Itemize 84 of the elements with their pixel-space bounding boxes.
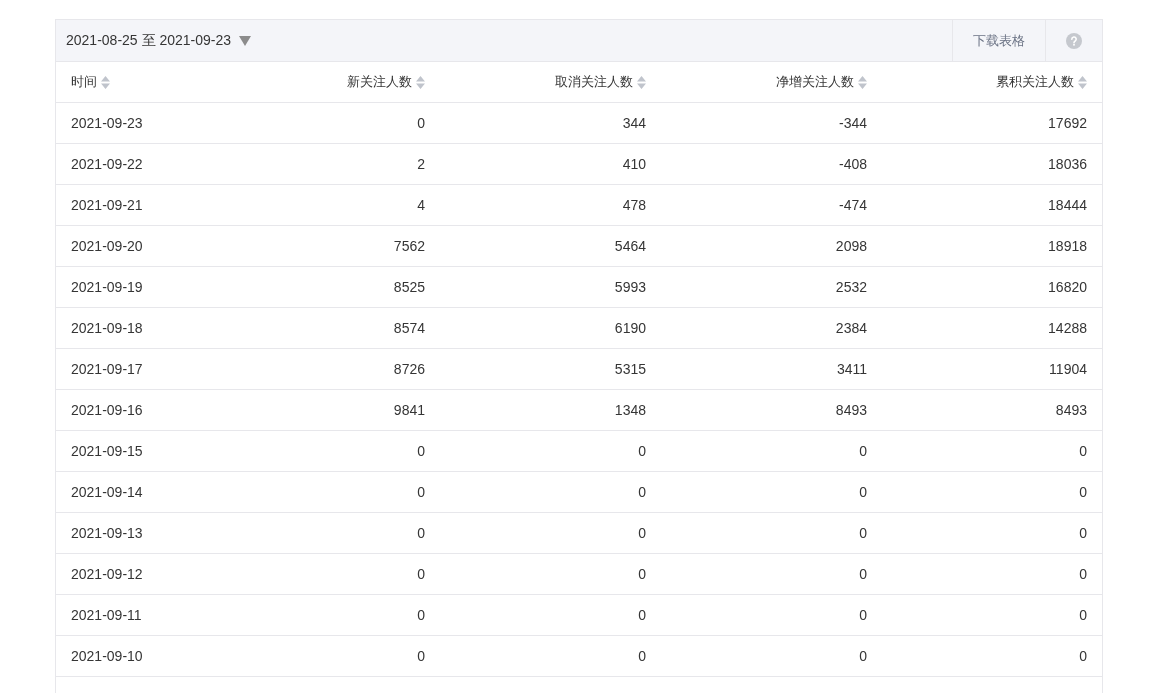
table-cell: 410	[622, 156, 646, 172]
table-cell: 0	[1079, 484, 1087, 500]
table-cell: 18918	[1048, 238, 1087, 254]
sort-icon[interactable]	[637, 75, 646, 89]
table-cell: 0	[638, 607, 646, 623]
table-cell: 0	[859, 525, 867, 541]
table-cell: 2021-09-11	[71, 607, 142, 623]
table-cell: 1348	[614, 402, 646, 418]
table-cell: 0	[1079, 607, 1087, 623]
table-cell: 2021-09-10	[71, 648, 143, 664]
table-cell: 2	[417, 156, 425, 172]
table-cell: 0	[417, 484, 425, 500]
table-cell: 0	[638, 443, 646, 459]
table-cell: 18036	[1048, 156, 1087, 172]
table-cell: 0	[417, 566, 425, 582]
table-cell: 2532	[835, 279, 867, 295]
table-cell: 478	[622, 197, 646, 213]
table-cell: 2021-09-12	[71, 566, 143, 582]
table-cell: 5315	[614, 361, 646, 377]
sort-icon[interactable]	[416, 75, 425, 89]
download-button[interactable]: 下载表格	[952, 20, 1045, 61]
table-cell: -408	[838, 156, 867, 172]
table-cell: 17692	[1048, 115, 1087, 131]
caret-icon	[239, 35, 251, 46]
column-header[interactable]: 新关注人数	[347, 73, 412, 91]
table-cell: 0	[638, 648, 646, 664]
table-cell: 0	[417, 443, 425, 459]
table-cell: 9841	[393, 402, 425, 418]
table-cell: 0	[859, 607, 867, 623]
table-cell: -344	[838, 115, 867, 131]
table-cell: 16820	[1048, 279, 1087, 295]
table-cell: 18444	[1048, 197, 1087, 213]
table-cell: 2021-09-23	[71, 115, 143, 131]
table-cell: 8493	[835, 402, 867, 418]
table-cell: 2021-09-22	[71, 156, 143, 172]
column-header[interactable]: 累积关注人数	[996, 73, 1074, 91]
table-cell: 344	[622, 115, 646, 131]
sort-icon[interactable]	[1078, 75, 1087, 89]
table-cell: 2021-09-18	[71, 320, 143, 336]
table-cell: -474	[838, 197, 867, 213]
column-header[interactable]: 净增关注人数	[776, 73, 854, 91]
table-cell: 5464	[614, 238, 646, 254]
table-cell: 0	[859, 566, 867, 582]
table-cell: 2021-09-16	[71, 402, 143, 418]
table-cell: 2384	[835, 320, 867, 336]
table-cell: 0	[1079, 648, 1087, 664]
column-header[interactable]: 时间	[71, 73, 97, 91]
table-cell: 4	[417, 197, 425, 213]
column-header[interactable]: 取消关注人数	[555, 73, 633, 91]
table-cell: 11904	[1049, 361, 1087, 377]
sort-icon[interactable]	[858, 75, 867, 89]
table-cell: 0	[638, 484, 646, 500]
table-cell: 0	[859, 648, 867, 664]
help-icon[interactable]	[1066, 32, 1082, 49]
table-cell: 0	[417, 607, 425, 623]
table-cell: 0	[417, 115, 425, 131]
table-cell: 0	[1079, 525, 1087, 541]
table-cell: 0	[859, 443, 867, 459]
table-cell: 0	[859, 484, 867, 500]
table-cell: 3411	[836, 361, 867, 377]
table-cell: 0	[638, 566, 646, 582]
date-range-dropdown[interactable]: 2021-08-25 至 2021-09-23	[56, 20, 261, 61]
table-cell: 8574	[393, 320, 425, 336]
table-cell: 8525	[393, 279, 425, 295]
table-cell: 6190	[614, 320, 646, 336]
table-cell: 14288	[1048, 320, 1087, 336]
sort-icon[interactable]	[101, 75, 110, 89]
table-cell: 2098	[835, 238, 867, 254]
table-cell: 2021-09-13	[71, 525, 143, 541]
table-cell: 0	[417, 525, 425, 541]
table-cell: 8726	[393, 361, 425, 377]
table-cell: 0	[638, 525, 646, 541]
table-cell: 2021-09-20	[71, 238, 143, 254]
table-cell: 8493	[1055, 402, 1087, 418]
table-cell: 0	[1079, 443, 1087, 459]
table-cell: 2021-09-21	[71, 197, 143, 213]
table-cell: 2021-09-19	[71, 279, 143, 295]
table-cell: 5993	[614, 279, 646, 295]
table-cell: 7562	[393, 238, 425, 254]
table-cell: 2021-09-15	[71, 443, 143, 459]
table-cell: 2021-09-14	[71, 484, 143, 500]
table-cell: 0	[417, 648, 425, 664]
table-cell: 0	[1079, 566, 1087, 582]
table-cell: 2021-09-17	[71, 361, 143, 377]
